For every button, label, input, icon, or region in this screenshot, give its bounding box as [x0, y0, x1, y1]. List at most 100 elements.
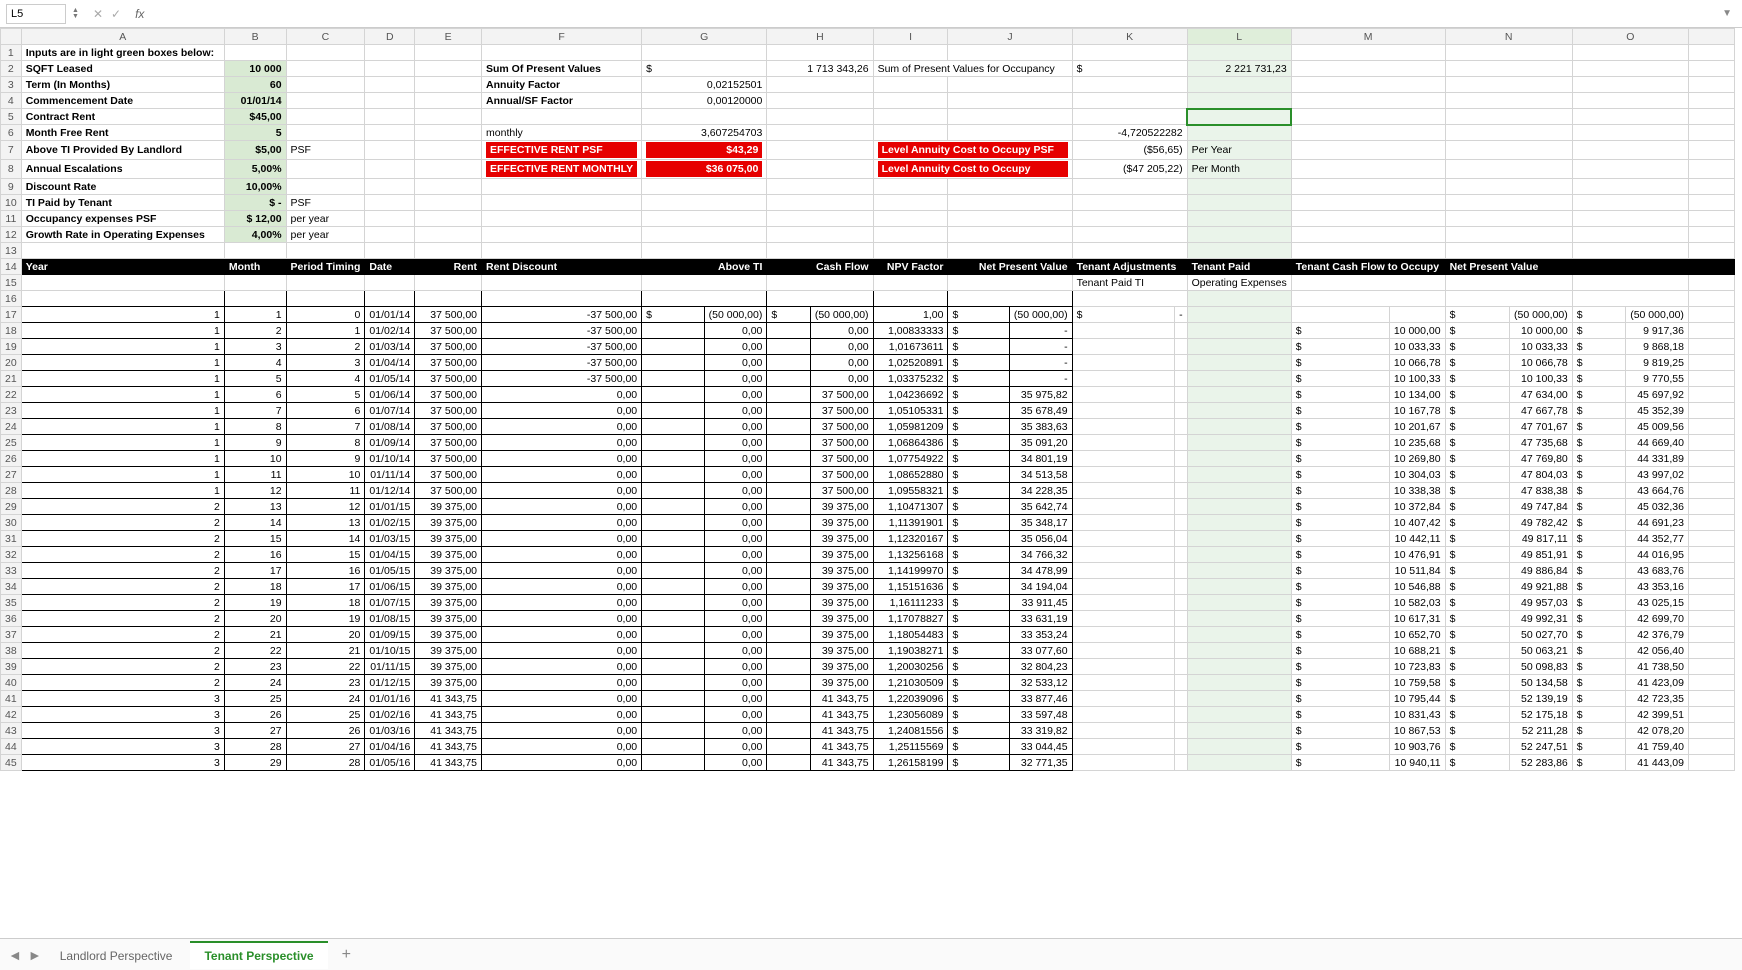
cell-year[interactable]: 1 — [21, 451, 224, 467]
cell-year[interactable]: 2 — [21, 627, 224, 643]
cell-year[interactable]: 2 — [21, 643, 224, 659]
cell-rd[interactable]: 0,00 — [482, 611, 642, 627]
cell-month[interactable]: 2 — [224, 323, 286, 339]
cell-empty[interactable] — [482, 211, 642, 227]
cell-empty[interactable] — [948, 45, 1072, 61]
cell-year[interactable]: 1 — [21, 339, 224, 355]
cell-npv-cur[interactable]: $ — [948, 307, 1009, 323]
cell-ta-cur[interactable] — [1072, 739, 1174, 755]
k6-val[interactable]: -4,720522282 — [1072, 125, 1187, 141]
cell-year[interactable]: 3 — [21, 723, 224, 739]
cell[interactable] — [482, 291, 642, 307]
cell-empty[interactable] — [642, 109, 767, 125]
asf-label[interactable]: Annual/SF Factor — [482, 93, 642, 109]
cell-ta[interactable] — [1175, 739, 1188, 755]
cell-pt[interactable]: 6 — [286, 403, 365, 419]
cell-rent[interactable]: 41 343,75 — [415, 691, 482, 707]
cell-empty[interactable] — [767, 45, 873, 61]
cell-date[interactable]: 01/05/15 — [365, 563, 415, 579]
cell-ati-cur[interactable] — [642, 323, 705, 339]
cell-rd[interactable]: 0,00 — [482, 451, 642, 467]
cell-tp-cur[interactable]: $ — [1291, 611, 1389, 627]
cell-npvf[interactable]: 1,12320167 — [873, 531, 948, 547]
input-value[interactable]: 4,00% — [224, 227, 286, 243]
cell-empty[interactable] — [1445, 109, 1572, 125]
cell-ati[interactable]: 0,00 — [704, 531, 767, 547]
cell-tcfo-cur[interactable]: $ — [1445, 307, 1509, 323]
cell-npv2-cur[interactable]: $ — [1572, 563, 1625, 579]
cell-tcfo[interactable]: 50 098,83 — [1510, 659, 1573, 675]
input-value[interactable]: $5,00 — [224, 141, 286, 160]
cell-ta-cur[interactable] — [1072, 691, 1174, 707]
row-5[interactable]: 5 — [1, 109, 22, 125]
cell-cf[interactable]: (50 000,00) — [810, 307, 873, 323]
spv-cur[interactable]: $ — [642, 61, 767, 77]
cell-ati[interactable]: 0,00 — [704, 659, 767, 675]
cell-npvf[interactable]: 1,22039096 — [873, 691, 948, 707]
cell-empty[interactable] — [1072, 211, 1187, 227]
cell-ta-cur[interactable] — [1072, 707, 1174, 723]
cell-npv-cur[interactable]: $ — [948, 531, 1009, 547]
cell-rent[interactable]: 37 500,00 — [415, 371, 482, 387]
cell-npv2[interactable]: 9 917,36 — [1626, 323, 1689, 339]
cell-empty[interactable] — [1688, 451, 1734, 467]
cell-year[interactable]: 2 — [21, 515, 224, 531]
cell-tp[interactable]: 10 201,67 — [1389, 419, 1445, 435]
cell-npvf[interactable]: 1,26158199 — [873, 755, 948, 771]
cell-cf-cur[interactable] — [767, 499, 810, 515]
cell-L[interactable] — [1187, 435, 1291, 451]
col-G[interactable]: G — [642, 29, 767, 45]
cell-empty[interactable] — [1688, 355, 1734, 371]
row-6[interactable]: 6 — [1, 125, 22, 141]
cell-npv2-cur[interactable]: $ — [1572, 755, 1625, 771]
input-value[interactable]: 10,00% — [224, 179, 286, 195]
cell-rent[interactable]: 41 343,75 — [415, 739, 482, 755]
cell-month[interactable]: 15 — [224, 531, 286, 547]
lac-val[interactable]: ($47 205,22) — [1072, 160, 1187, 179]
cell-empty[interactable] — [1445, 179, 1572, 195]
cell-empty[interactable] — [286, 275, 365, 291]
cell-ati-cur[interactable] — [642, 547, 705, 563]
cell-empty[interactable] — [767, 275, 873, 291]
cell-pt[interactable]: 0 — [286, 307, 365, 323]
cell-L[interactable] — [1187, 643, 1291, 659]
cell-ta[interactable] — [1175, 579, 1188, 595]
cell-month[interactable]: 29 — [224, 755, 286, 771]
hdr-npv2[interactable]: Net Present Value — [1445, 259, 1572, 275]
cell-rent[interactable]: 37 500,00 — [415, 419, 482, 435]
cell-npv2-cur[interactable]: $ — [1572, 323, 1625, 339]
cell-date[interactable]: 01/02/16 — [365, 707, 415, 723]
cell-tcfo-cur[interactable]: $ — [1445, 451, 1509, 467]
cell-tp[interactable]: 10 338,38 — [1389, 483, 1445, 499]
cell-pt[interactable]: 11 — [286, 483, 365, 499]
cell-cf-cur[interactable] — [767, 675, 810, 691]
row-31[interactable]: 31 — [1, 531, 22, 547]
cell-rent[interactable]: 39 375,00 — [415, 563, 482, 579]
cell-empty[interactable] — [1291, 243, 1445, 259]
cell-empty[interactable] — [482, 45, 642, 61]
cell-month[interactable]: 27 — [224, 723, 286, 739]
cell-empty[interactable] — [1688, 499, 1734, 515]
cell-npv-cur[interactable]: $ — [948, 691, 1009, 707]
cell-tp-cur[interactable]: $ — [1291, 691, 1389, 707]
cell-ta-cur[interactable] — [1072, 515, 1174, 531]
cell-empty[interactable] — [1445, 291, 1572, 307]
input-unit[interactable]: per year — [286, 227, 365, 243]
cell-date[interactable]: 01/07/15 — [365, 595, 415, 611]
cell-tp[interactable]: 10 407,42 — [1389, 515, 1445, 531]
input-unit[interactable] — [286, 109, 365, 125]
cell-empty[interactable] — [1688, 707, 1734, 723]
cell-ta-cur[interactable] — [1072, 643, 1174, 659]
input-unit[interactable] — [286, 61, 365, 77]
cell-empty[interactable] — [873, 77, 948, 93]
row-43[interactable]: 43 — [1, 723, 22, 739]
cell-empty[interactable] — [1572, 93, 1688, 109]
cell-empty[interactable] — [873, 211, 948, 227]
cell-empty[interactable] — [1688, 307, 1734, 323]
cell-ati-cur[interactable] — [642, 675, 705, 691]
cell-date[interactable]: 01/04/14 — [365, 355, 415, 371]
cell-ati-cur[interactable] — [642, 611, 705, 627]
cell-month[interactable]: 13 — [224, 499, 286, 515]
cell-tp-cur[interactable]: $ — [1291, 595, 1389, 611]
cell-tp[interactable]: 10 134,00 — [1389, 387, 1445, 403]
